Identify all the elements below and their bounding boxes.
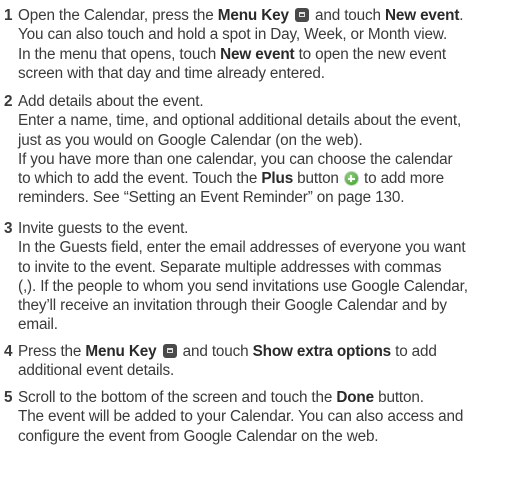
step-1: 1 Open the Calendar, press the Menu Key a… — [4, 7, 464, 82]
step-number: 3 — [4, 220, 13, 237]
menu-key-icon — [294, 8, 309, 22]
new-event-label: New event — [384, 7, 460, 24]
step-3: 3 Invite guests to the event. In the Gues… — [4, 220, 468, 334]
show-extra-options-label: Show extra options — [252, 343, 392, 360]
done-label: Done — [336, 389, 374, 406]
plus-button-icon — [344, 172, 358, 186]
step-number: 5 — [4, 389, 13, 406]
step-5: 5 Scroll to the bottom of the screen and … — [4, 389, 464, 445]
new-event-label: New event — [220, 45, 295, 63]
step-4: 4 Press the Menu Key and touch Show extra… — [4, 343, 437, 380]
menu-key-icon — [162, 344, 177, 358]
plus-label: Plus — [261, 170, 294, 188]
step-number: 2 — [4, 93, 13, 110]
step-2: 2 Add details about the event. Enter a na… — [4, 93, 462, 207]
step-number: 1 — [4, 7, 13, 24]
step-number: 4 — [4, 343, 13, 360]
menu-key-label: Menu Key — [85, 343, 157, 360]
menu-key-label: Menu Key — [217, 7, 289, 24]
